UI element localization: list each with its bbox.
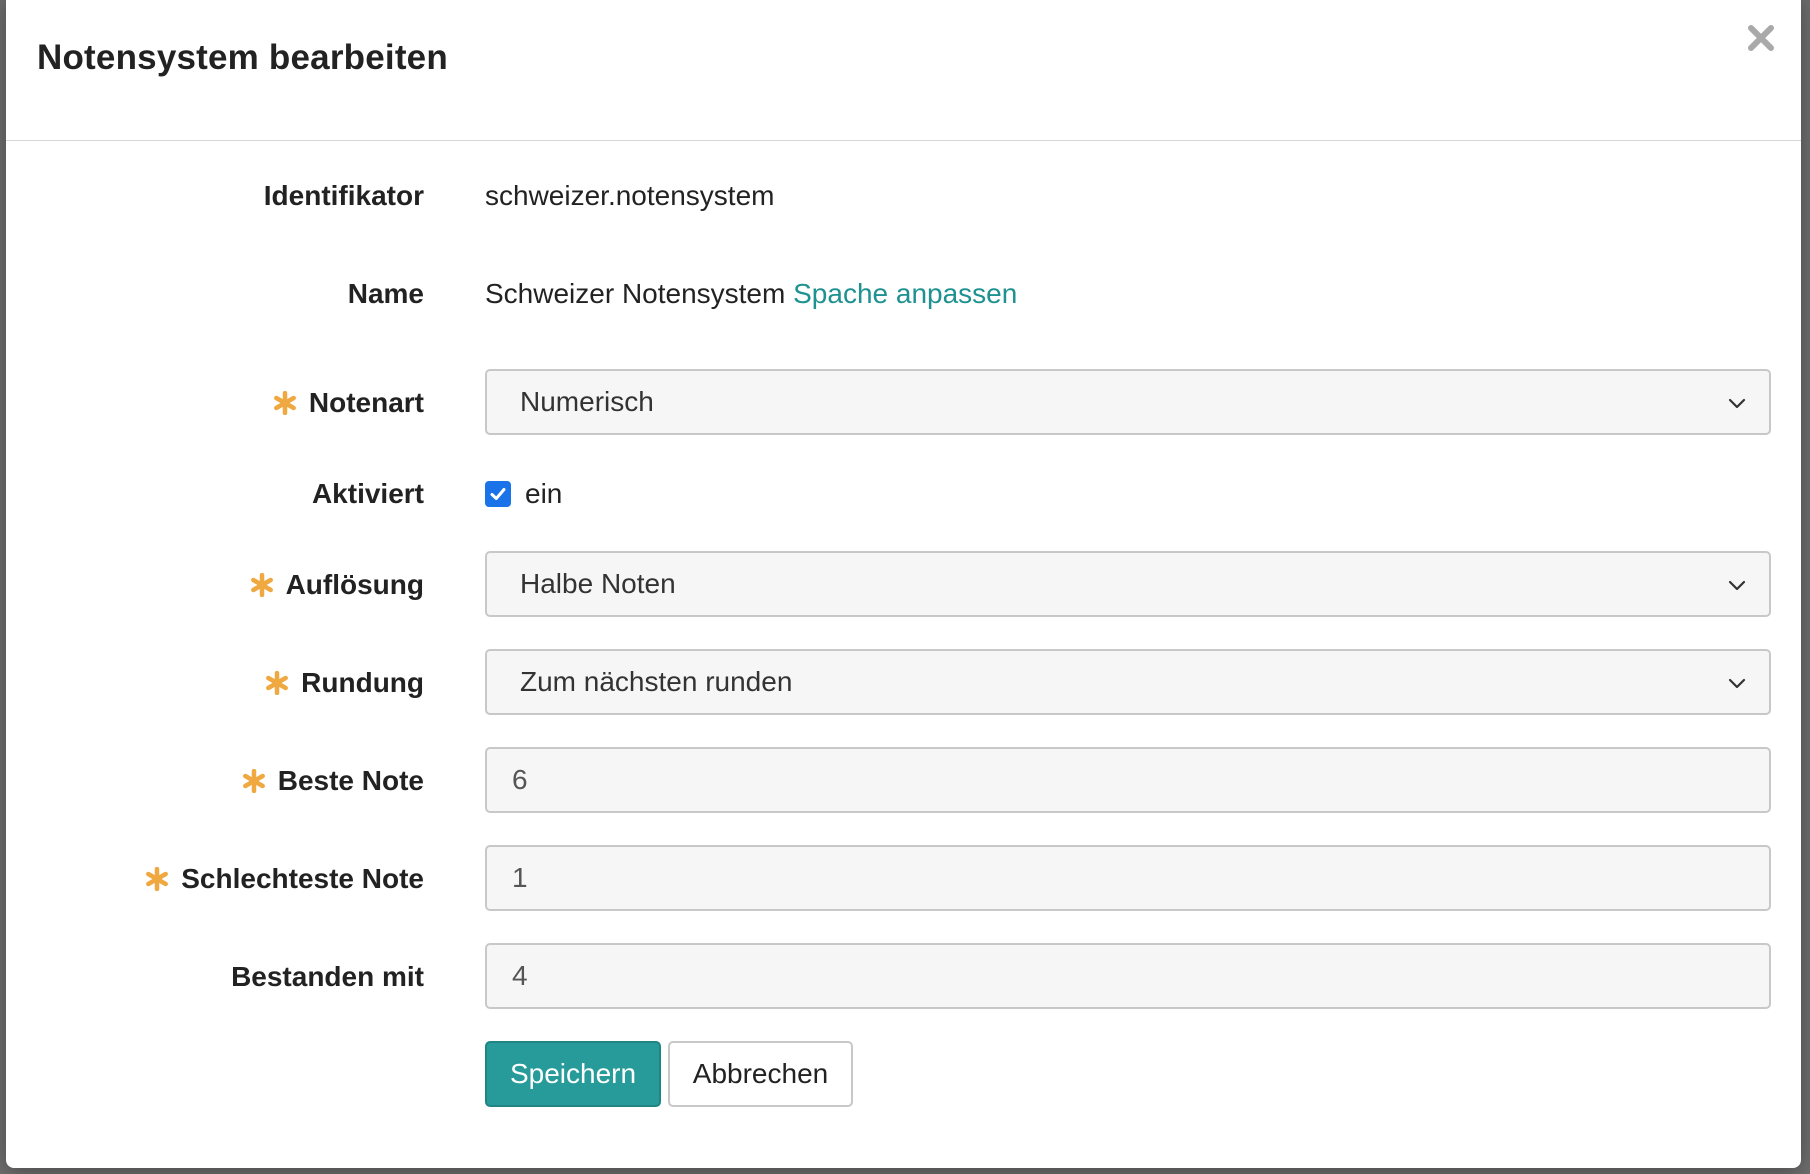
dialog-header: Notensystem bearbeiten bbox=[6, 0, 1801, 141]
grade-type-select[interactable]: Numerisch bbox=[485, 369, 1771, 435]
dialog-title: Notensystem bearbeiten bbox=[37, 38, 448, 77]
worst-grade-label: Schlechteste Note bbox=[181, 863, 424, 894]
resolution-selected-value: Halbe Noten bbox=[520, 568, 676, 599]
rounding-label-wrapper: Rundung bbox=[265, 667, 424, 699]
identifier-label: Identifikator bbox=[263, 180, 424, 211]
asterisk-icon bbox=[242, 769, 265, 793]
asterisk-icon bbox=[266, 671, 289, 695]
close-button[interactable] bbox=[1741, 18, 1781, 58]
worst-grade-input[interactable]: 1 bbox=[485, 845, 1771, 911]
grade-type-selected-value: Numerisch bbox=[520, 386, 654, 417]
passed-with-input[interactable]: 4 bbox=[485, 943, 1771, 1009]
rounding-selected-value: Zum nächsten runden bbox=[520, 666, 793, 697]
chevron-down-icon bbox=[1728, 678, 1746, 689]
grade-type-label-wrapper: Notenart bbox=[273, 387, 424, 419]
asterisk-icon bbox=[250, 573, 273, 597]
best-grade-value: 6 bbox=[512, 764, 528, 795]
worst-grade-label-wrapper: Schlechteste Note bbox=[145, 863, 424, 895]
asterisk-icon bbox=[146, 867, 169, 891]
activated-checkbox[interactable] bbox=[485, 481, 511, 507]
chevron-down-icon bbox=[1728, 580, 1746, 591]
identifier-value: schweizer.notensystem bbox=[485, 180, 775, 211]
adjust-language-link[interactable]: Spache anpassen bbox=[793, 278, 1017, 309]
best-grade-label: Beste Note bbox=[277, 765, 424, 796]
asterisk-icon bbox=[273, 391, 296, 415]
passed-with-value: 4 bbox=[512, 960, 528, 991]
chevron-down-icon bbox=[1728, 398, 1746, 409]
passed-with-label: Bestanden mit bbox=[231, 961, 424, 992]
resolution-label-wrapper: Auflösung bbox=[250, 569, 424, 601]
best-grade-input[interactable]: 6 bbox=[485, 747, 1771, 813]
grade-type-label: Notenart bbox=[308, 387, 424, 418]
close-icon bbox=[1748, 25, 1774, 51]
resolution-label: Auflösung bbox=[285, 569, 424, 600]
resolution-select[interactable]: Halbe Noten bbox=[485, 551, 1771, 617]
edit-grading-system-dialog: Notensystem bearbeiten Identifikator sch… bbox=[6, 0, 1801, 1168]
activated-checkbox-label[interactable]: ein bbox=[525, 478, 562, 510]
activated-label: Aktiviert bbox=[311, 478, 424, 509]
best-grade-label-wrapper: Beste Note bbox=[242, 765, 424, 797]
name-label: Name bbox=[347, 278, 424, 309]
name-value: Schweizer Notensystem bbox=[485, 278, 786, 309]
worst-grade-value: 1 bbox=[512, 862, 528, 893]
rounding-select[interactable]: Zum nächsten runden bbox=[485, 649, 1771, 715]
checkmark-icon bbox=[490, 488, 506, 500]
save-button[interactable]: Speichern bbox=[485, 1041, 661, 1107]
rounding-label: Rundung bbox=[301, 667, 424, 698]
name-value-wrapper: Schweizer Notensystem Spache anpassen bbox=[485, 278, 1017, 310]
cancel-button[interactable]: Abbrechen bbox=[668, 1041, 853, 1107]
